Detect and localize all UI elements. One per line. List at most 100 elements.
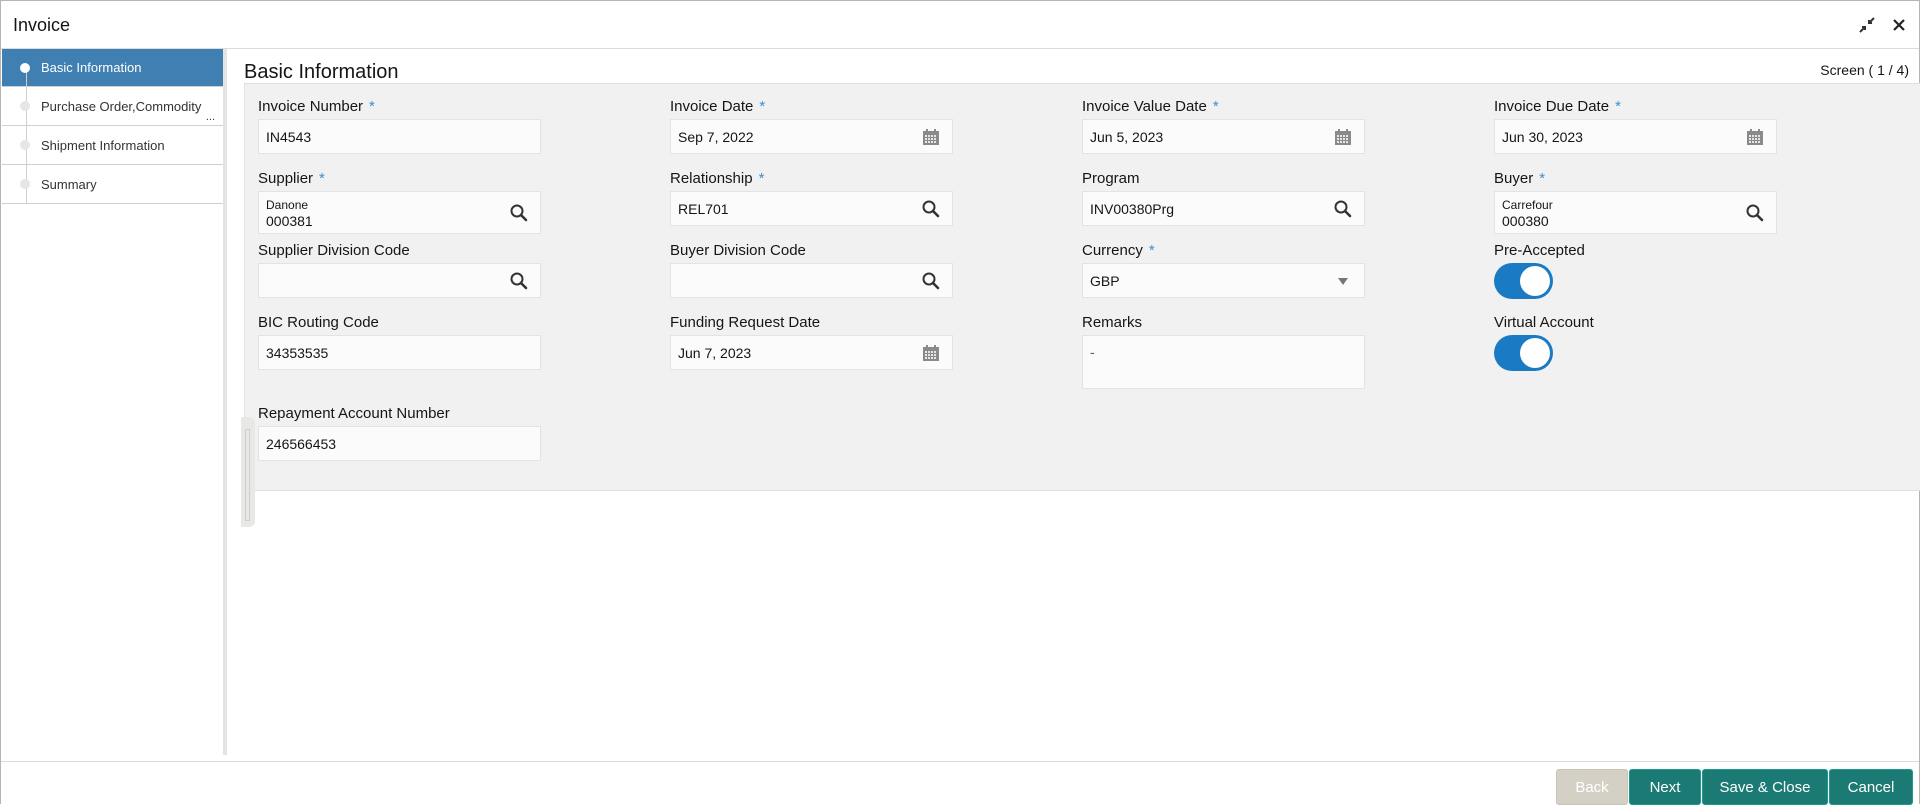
- field-label: Currency: [1082, 242, 1143, 259]
- search-icon[interactable]: [920, 198, 942, 220]
- pre-accepted-field: Pre-Accepted: [1494, 241, 1777, 299]
- calendar-icon[interactable]: [1332, 126, 1354, 148]
- buyer-input[interactable]: Carrefour 000380: [1494, 191, 1777, 234]
- search-icon[interactable]: [508, 202, 530, 224]
- next-button[interactable]: Next: [1629, 769, 1701, 805]
- search-icon[interactable]: [1332, 198, 1354, 220]
- step-dot-icon: [20, 101, 30, 111]
- required-asterisk: *: [1615, 98, 1621, 115]
- sidebar-item-basic-information[interactable]: Basic Information: [2, 49, 223, 87]
- search-icon[interactable]: [920, 270, 942, 292]
- sidebar-item-purchase-order-commodity[interactable]: Purchase Order,Commodity ...: [2, 87, 223, 126]
- back-button[interactable]: Back: [1556, 769, 1628, 805]
- field-value: Sep 7, 2022: [678, 128, 754, 145]
- required-asterisk: *: [369, 98, 375, 115]
- sidebar-item-label: Shipment Information: [41, 137, 165, 153]
- field-label: Invoice Number: [258, 98, 364, 115]
- sidebar-item-label: Purchase Order,Commodity: [41, 98, 202, 114]
- invoice-number-field: Invoice Number * IN4543: [258, 97, 541, 154]
- field-label: Repayment Account Number: [258, 405, 450, 422]
- required-asterisk: *: [759, 98, 766, 115]
- field-label: Supplier Division Code: [258, 242, 410, 259]
- search-icon[interactable]: [508, 270, 530, 292]
- field-label: Buyer Division Code: [670, 242, 806, 259]
- required-asterisk: *: [1539, 170, 1546, 187]
- virtual-account-toggle[interactable]: [1494, 335, 1553, 371]
- calendar-icon[interactable]: [920, 342, 942, 364]
- field-label: Invoice Due Date: [1494, 98, 1610, 115]
- invoice-value-date-input[interactable]: Jun 5, 2023: [1082, 119, 1365, 154]
- sidebar-item-summary[interactable]: Summary: [2, 165, 223, 204]
- page-title: Basic Information: [244, 61, 399, 83]
- field-label: Funding Request Date: [670, 314, 821, 331]
- field-value: IN4543: [266, 128, 312, 145]
- repayment-account-number-input[interactable]: 246566453: [258, 426, 541, 461]
- window-title: Invoice: [13, 15, 71, 35]
- currency-field: Currency * GBP: [1082, 241, 1365, 298]
- field-value: Jun 5, 2023: [1090, 128, 1164, 145]
- field-value: 34353535: [266, 344, 329, 361]
- invoice-number-input[interactable]: IN4543: [258, 119, 541, 154]
- search-icon[interactable]: [1744, 202, 1766, 224]
- pre-accepted-toggle[interactable]: [1494, 263, 1553, 299]
- virtual-account-field: Virtual Account: [1494, 313, 1777, 371]
- invoice-date-field: Invoice Date * Sep 7, 2022: [670, 97, 953, 154]
- footer-actions: Back Next Save & Close Cancel: [1, 761, 1919, 805]
- field-value: -: [1090, 344, 1095, 360]
- cancel-button[interactable]: Cancel: [1829, 769, 1913, 805]
- field-label: Invoice Value Date: [1082, 98, 1207, 115]
- invoice-date-input[interactable]: Sep 7, 2022: [670, 119, 953, 154]
- compress-arrows-icon[interactable]: [1855, 13, 1879, 37]
- supplier-name: Danone: [266, 197, 309, 212]
- invoice-window: Invoice Basic Information Purchase Order…: [0, 0, 1920, 805]
- funding-request-date-input[interactable]: Jun 7, 2023: [670, 335, 953, 370]
- save-close-button[interactable]: Save & Close: [1702, 769, 1828, 805]
- sidebar-item-shipment-information[interactable]: Shipment Information: [2, 126, 223, 165]
- field-label: Buyer: [1494, 170, 1534, 187]
- invoice-due-date-input[interactable]: Jun 30, 2023: [1494, 119, 1777, 154]
- bic-routing-code-input[interactable]: 34353535: [258, 335, 541, 370]
- field-value: 246566453: [266, 435, 337, 452]
- sidebar-item-label: Summary: [41, 176, 97, 192]
- field-label: Pre-Accepted: [1494, 242, 1585, 259]
- currency-select[interactable]: GBP: [1082, 263, 1365, 298]
- relationship-field: Relationship * REL701: [670, 169, 953, 226]
- field-value: GBP: [1090, 272, 1120, 289]
- buyer-name: Carrefour: [1502, 197, 1553, 212]
- title-bar: Invoice: [1, 1, 1919, 49]
- field-value: INV00380Prg: [1090, 200, 1175, 217]
- invoice-value-date-field: Invoice Value Date * Jun 5, 2023: [1082, 97, 1365, 154]
- required-asterisk: *: [319, 170, 325, 187]
- bic-routing-code-field: BIC Routing Code 34353535: [258, 313, 541, 370]
- invoice-due-date-field: Invoice Due Date * Jun 30, 2023: [1494, 97, 1777, 154]
- screen-indicator: Screen ( 1 / 4): [1820, 62, 1909, 78]
- field-value: Jun 7, 2023: [678, 344, 752, 361]
- field-label: Program: [1082, 170, 1140, 187]
- field-value: REL701: [678, 200, 729, 217]
- supplier-input[interactable]: Danone 000381: [258, 191, 541, 234]
- repayment-account-number-field: Repayment Account Number 246566453: [258, 404, 541, 461]
- funding-request-date-field: Funding Request Date Jun 7, 2023: [670, 313, 953, 370]
- splitter-grip: [245, 429, 250, 521]
- dropdown-caret-icon[interactable]: [1332, 270, 1354, 292]
- close-icon[interactable]: [1887, 13, 1911, 37]
- buyer-division-code-input[interactable]: [670, 263, 953, 298]
- supplier-field: Supplier * Danone 000381: [258, 169, 541, 234]
- overflow-ellipsis: ...: [205, 111, 215, 123]
- supplier-division-code-input[interactable]: [258, 263, 541, 298]
- step-dot-icon: [20, 179, 30, 189]
- remarks-textarea[interactable]: -: [1082, 335, 1365, 389]
- panel-splitter-handle[interactable]: [241, 417, 255, 527]
- buyer-division-code-field: Buyer Division Code: [670, 241, 953, 298]
- remarks-field: Remarks -: [1082, 313, 1365, 389]
- calendar-icon[interactable]: [920, 126, 942, 148]
- buyer-field: Buyer * Carrefour 000380: [1494, 169, 1777, 234]
- required-asterisk: *: [758, 170, 765, 187]
- train-navigation: Basic Information Purchase Order,Commodi…: [2, 49, 227, 755]
- calendar-icon[interactable]: [1744, 126, 1766, 148]
- field-label: Virtual Account: [1494, 314, 1594, 331]
- program-input[interactable]: INV00380Prg: [1082, 191, 1365, 226]
- relationship-input[interactable]: REL701: [670, 191, 953, 226]
- toggle-knob: [1520, 266, 1550, 296]
- toggle-knob: [1520, 338, 1550, 368]
